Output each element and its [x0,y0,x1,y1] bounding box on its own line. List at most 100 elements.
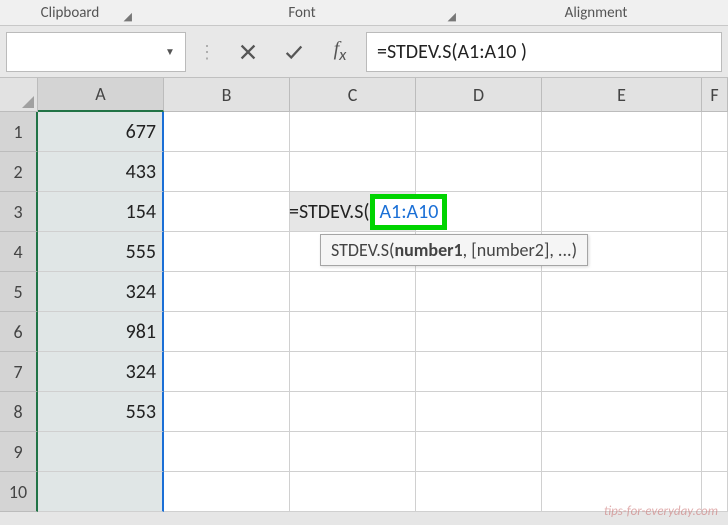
row-header[interactable]: 7 [0,352,38,392]
ribbon-group-labels: Clipboard ◢ Font ◢ Alignment [0,0,728,26]
cell[interactable] [164,112,290,152]
cell[interactable] [702,392,728,432]
row-header[interactable]: 8 [0,392,38,432]
tooltip-rest: , [number2], ...) [463,239,577,261]
table-row: 9 [0,432,728,472]
row-header[interactable]: 3 [0,192,38,232]
cell[interactable] [164,272,290,312]
cell[interactable] [702,312,728,352]
cell[interactable] [542,432,702,472]
cell[interactable]: 677 [38,112,164,152]
tooltip-arg-active: number1 [394,239,462,261]
dialog-launcher-icon[interactable]: ◢ [124,10,132,23]
cell[interactable] [38,432,164,472]
column-header-f[interactable]: F [702,78,728,112]
select-all-corner[interactable] [0,78,38,112]
range-highlight: A1:A10 [370,194,447,230]
cell[interactable] [290,352,416,392]
cell[interactable]: 433 [38,152,164,192]
spreadsheet-grid: A B C D E F 1 677 2 433 3 154 4 555 [0,78,728,512]
column-header-e[interactable]: E [542,78,702,112]
cell[interactable] [416,352,542,392]
cell[interactable] [416,392,542,432]
check-icon [283,41,305,63]
cell[interactable] [416,312,542,352]
cell[interactable]: 555 [38,232,164,272]
cell[interactable] [416,112,542,152]
cell[interactable] [542,272,702,312]
cell[interactable] [290,272,416,312]
cell[interactable] [416,432,542,472]
fx-icon: fx [334,38,347,65]
row-header[interactable]: 4 [0,232,38,272]
cell[interactable] [542,112,702,152]
table-row: 6 981 [0,312,728,352]
column-header-d[interactable]: D [416,78,542,112]
cell[interactable] [164,472,290,512]
column-headers: A B C D E F [0,78,728,112]
cell[interactable] [702,192,728,232]
cell[interactable] [702,352,728,392]
watermark: tips-for-everyday.com [604,504,718,519]
x-icon [237,41,259,63]
cell-editing-overlay[interactable]: =STDEV.S(A1:A10 [289,192,447,232]
cancel-button[interactable] [228,32,268,72]
tooltip-fn: STDEV.S( [331,239,394,261]
cell[interactable]: 324 [38,352,164,392]
separator: ⋮ [192,41,222,63]
cell[interactable] [416,472,542,512]
row-header[interactable]: 6 [0,312,38,352]
cell[interactable] [702,432,728,472]
cell[interactable] [542,392,702,432]
cell[interactable] [38,472,164,512]
cell[interactable] [290,392,416,432]
cell[interactable]: 154 [38,192,164,232]
cell[interactable] [164,152,290,192]
cell[interactable] [702,152,728,192]
cell[interactable]: 981 [38,312,164,352]
row-header[interactable]: 9 [0,432,38,472]
formula-prefix: =STDEV.S( [289,200,369,224]
formula-text: =STDEV.S(A1:A10 ) [377,40,527,64]
dialog-launcher-icon[interactable]: ◢ [448,10,456,23]
table-row: 1 677 [0,112,728,152]
cell[interactable] [290,472,416,512]
cell[interactable] [542,152,702,192]
ribbon-group-font: Font ◢ [140,0,464,25]
column-header-a[interactable]: A [38,78,164,112]
column-header-b[interactable]: B [164,78,290,112]
cell[interactable] [702,112,728,152]
cell[interactable] [164,192,290,232]
cell[interactable] [164,232,290,272]
row-header[interactable]: 1 [0,112,38,152]
cell[interactable] [702,272,728,312]
row-header[interactable]: 5 [0,272,38,312]
enter-button[interactable] [274,32,314,72]
cell[interactable] [290,312,416,352]
cell[interactable] [164,312,290,352]
insert-function-button[interactable]: fx [320,32,360,72]
cell[interactable] [164,432,290,472]
cell[interactable] [290,432,416,472]
cell[interactable] [542,352,702,392]
cell[interactable]: 553 [38,392,164,432]
formula-input[interactable]: =STDEV.S(A1:A10 ) [366,32,722,72]
column-header-c[interactable]: C [290,78,416,112]
cell[interactable] [290,152,416,192]
cell[interactable] [290,112,416,152]
cell[interactable] [542,312,702,352]
function-tooltip[interactable]: STDEV.S(number1, [number2], ...) [320,234,588,266]
cell[interactable]: 324 [38,272,164,312]
cell[interactable] [702,232,728,272]
cell[interactable] [416,272,542,312]
row-header[interactable]: 2 [0,152,38,192]
cell[interactable] [542,192,702,232]
cell[interactable] [164,352,290,392]
chevron-down-icon[interactable]: ▼ [161,45,179,58]
cell[interactable] [416,152,542,192]
cell[interactable] [164,392,290,432]
ribbon-label-alignment: Alignment [565,4,628,22]
row-header[interactable]: 10 [0,472,38,512]
name-box[interactable]: ▼ [6,32,186,72]
table-row: 5 324 [0,272,728,312]
